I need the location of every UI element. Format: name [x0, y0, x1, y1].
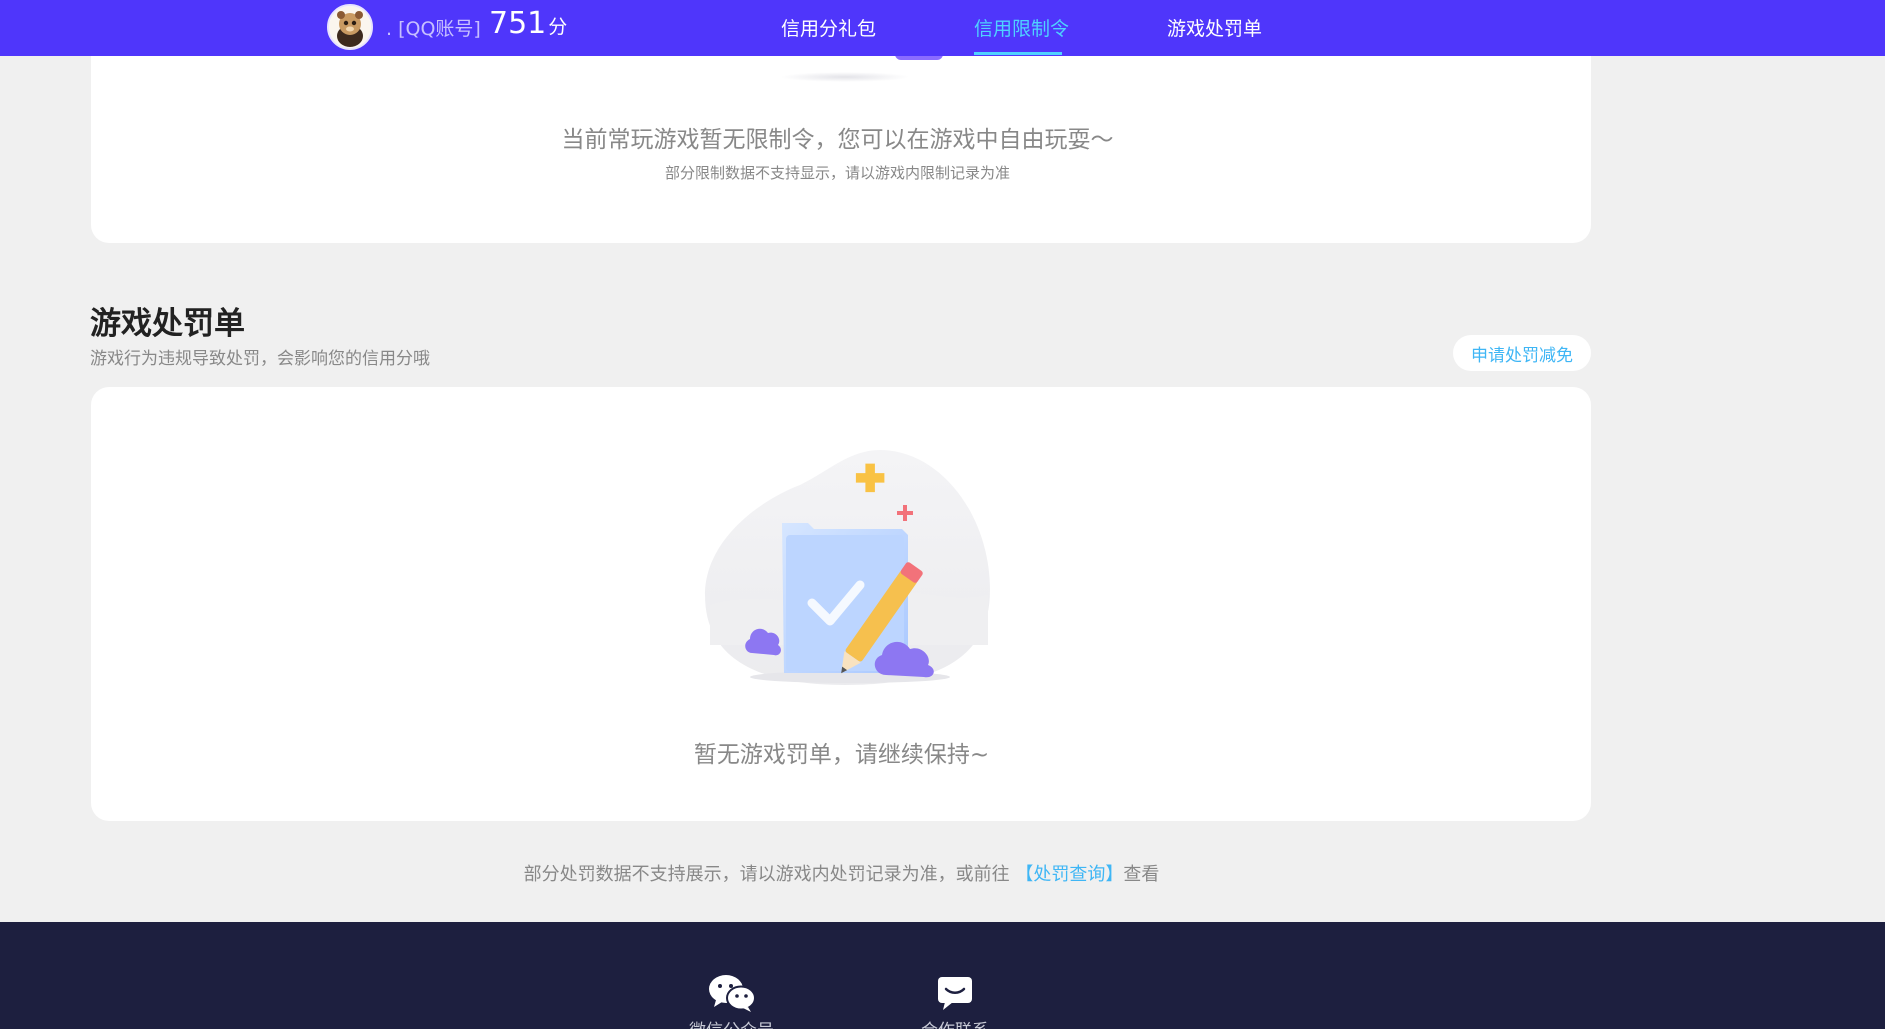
- section-title-penalty: 游戏处罚单: [90, 306, 245, 342]
- active-tab-indicator: [974, 52, 1062, 55]
- penalty-footer-note-text: 部分处罚数据不支持展示，请以游戏内处罚记录为准，或前往: [523, 864, 1016, 885]
- restriction-illustration-shadow: [780, 72, 910, 82]
- penalty-footer-note-suffix: 查看: [1123, 864, 1160, 885]
- avatar[interactable]: [327, 4, 373, 50]
- penalty-query-link[interactable]: 【处罚查询】: [1015, 864, 1123, 885]
- restriction-empty-message: 当前常玩游戏暂无限制令，您可以在游戏中自由玩耍～: [561, 127, 1114, 153]
- credit-score-unit: 分: [548, 16, 568, 38]
- empty-penalty-illustration-icon: [705, 450, 990, 685]
- penalty-footer-note: 部分处罚数据不支持展示，请以游戏内处罚记录为准，或前往 【处罚查询】查看: [0, 860, 1683, 886]
- nav-tab-credit-gift[interactable]: 信用分礼包: [781, 14, 876, 41]
- nav-tab-credit-restriction[interactable]: 信用限制令: [974, 14, 1069, 41]
- footer-wechat-official-account[interactable]: 微信公众号: [689, 974, 774, 1029]
- user-account-name: . [QQ账号]: [386, 18, 481, 40]
- credit-score: 751 分: [489, 6, 567, 41]
- footer-wechat-label: 微信公众号: [689, 1021, 774, 1029]
- wechat-icon: [708, 975, 756, 1012]
- nav-tab-game-penalty[interactable]: 游戏处罚单: [1167, 14, 1262, 41]
- penalty-empty-message: 暂无游戏罚单，请继续保持~: [693, 742, 990, 768]
- footer-cooperation-contact[interactable]: 合作联系: [921, 974, 989, 1029]
- top-navigation-bar: . [QQ账号] 751 分 信用分礼包 信用限制令 游戏处罚单: [0, 0, 1885, 56]
- chat-icon: [938, 977, 972, 1010]
- page-footer: 微信公众号 合作联系: [0, 922, 1885, 1029]
- footer-contact-label: 合作联系: [921, 1021, 989, 1029]
- apply-penalty-reduction-button[interactable]: 申请处罚减免: [1453, 335, 1591, 371]
- credit-score-value: 751: [489, 6, 547, 41]
- section-subtitle-penalty: 游戏行为违规导致处罚，会影响您的信用分哦: [90, 349, 430, 369]
- avatar-image: [329, 6, 371, 48]
- restriction-note: 部分限制数据不支持显示，请以游戏内限制记录为准: [664, 164, 1010, 182]
